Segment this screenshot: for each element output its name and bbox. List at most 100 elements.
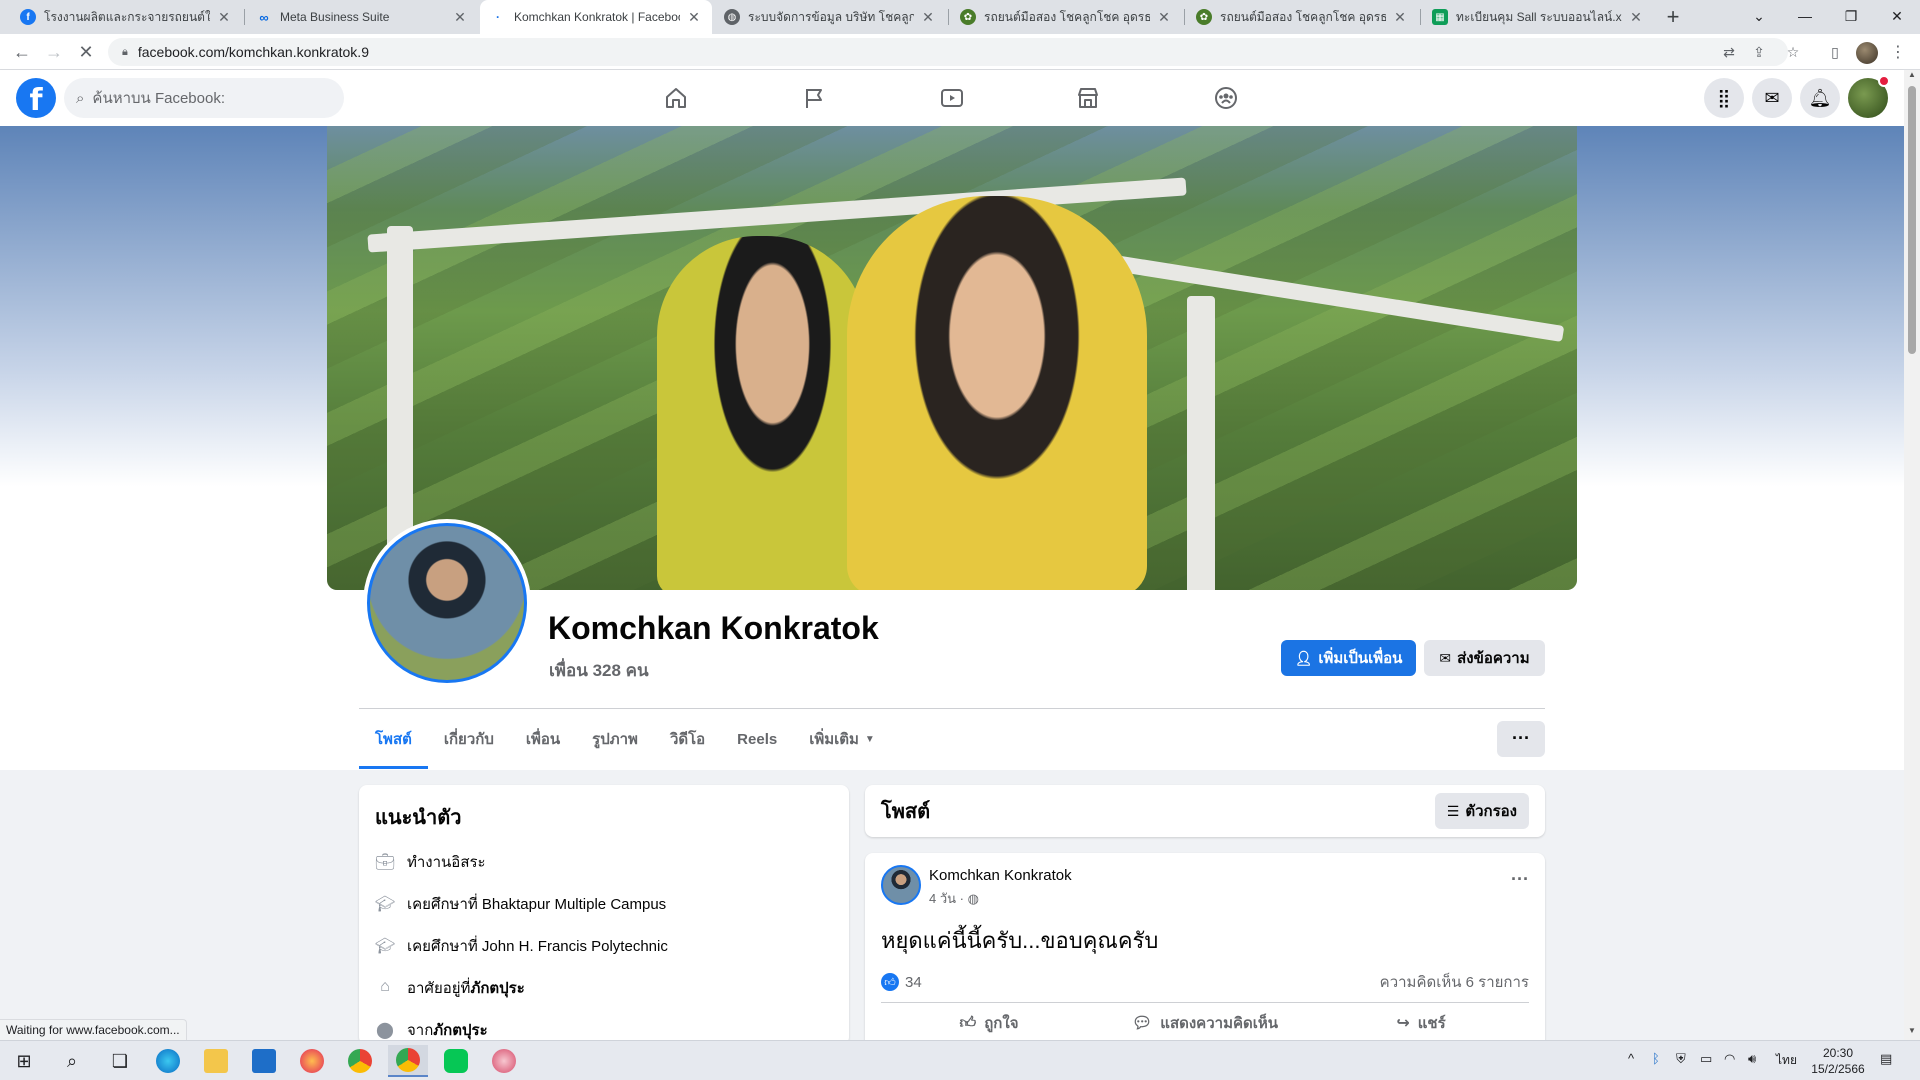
profile-picture[interactable]: [363, 519, 531, 687]
notifications-button[interactable]: 🔔︎: [1800, 78, 1840, 118]
menu-grid-button[interactable]: ⣿: [1704, 78, 1744, 118]
stop-loading-button[interactable]: ✕: [74, 40, 98, 64]
messenger-button[interactable]: ✉: [1752, 78, 1792, 118]
nav-pages[interactable]: [758, 74, 870, 122]
comment-label: แสดงความคิดเห็น: [1160, 1015, 1278, 1032]
taskbar-search-button[interactable]: ⌕: [52, 1045, 92, 1077]
add-friend-icon: 👤︎: [1294, 649, 1313, 666]
filter-button[interactable]: ☰ ตัวกรอง: [1434, 793, 1529, 829]
taskbar-app[interactable]: [484, 1045, 524, 1077]
tab-photos[interactable]: รูปภาพ: [576, 709, 654, 769]
taskbar-line[interactable]: [436, 1045, 476, 1077]
lock-icon[interactable]: 🔒︎: [122, 46, 128, 59]
taskbar-explorer[interactable]: [196, 1045, 236, 1077]
account-avatar[interactable]: [1848, 75, 1890, 118]
translate-icon[interactable]: ⇄: [1720, 43, 1738, 61]
browser-tabstrip: f โรงงานผลิตและกระจายรถยนต์ใช้แล้ว ✕ ∞ M…: [0, 0, 1920, 34]
post-author-avatar[interactable]: [881, 865, 921, 905]
taskbar-chrome[interactable]: [340, 1045, 380, 1077]
browser-menu-icon[interactable]: ⋮: [1890, 42, 1906, 62]
tab-posts[interactable]: โพสต์: [359, 709, 428, 769]
post-author-name[interactable]: Komchkan Konkratok: [929, 867, 1072, 884]
search-icon: ⌕: [76, 89, 85, 107]
volume-icon[interactable]: 🔊︎: [1748, 1051, 1756, 1067]
cover-photo[interactable]: [327, 126, 1577, 590]
show-hidden-icons[interactable]: ^: [1628, 1051, 1634, 1066]
address-bar[interactable]: 🔒︎ facebook.com/komchkan.konkratok.9: [108, 38, 1788, 66]
post-text: หยุดแค่นี้นี้ครับ...ขอบคุณครับ: [881, 928, 1159, 953]
intro-item-text[interactable]: เคยศึกษาที่ Bhaktapur Multiple Campus: [407, 892, 666, 916]
back-button[interactable]: ←: [10, 40, 34, 64]
post-options-icon[interactable]: ···: [1511, 869, 1529, 890]
message-button[interactable]: ✉ ส่งข้อความ: [1424, 640, 1545, 676]
tab-about[interactable]: เกี่ยวกับ: [428, 709, 510, 769]
like-button[interactable]: 👍︎ ถูกใจ: [881, 1011, 1097, 1035]
facebook-search-box[interactable]: ⌕: [64, 78, 344, 118]
restore-button[interactable]: ❐: [1828, 0, 1874, 34]
scroll-down-icon[interactable]: ▼: [1904, 1026, 1920, 1040]
browser-tab[interactable]: f โรงงานผลิตและกระจายรถยนต์ใช้แล้ว ✕: [10, 0, 242, 34]
taskbar-mail[interactable]: [244, 1045, 284, 1077]
browser-tab[interactable]: ✿ รถยนต์มือสอง โชคลูกโชค อุดรธานี ✕: [950, 0, 1182, 34]
browser-tab[interactable]: ▦ ทะเบียนคุม Sall ระบบออนไลน์.xlsx - G ✕: [1422, 0, 1654, 34]
bookmark-star-icon[interactable]: ☆: [1784, 43, 1802, 61]
taskbar-chrome-profile[interactable]: [388, 1045, 428, 1077]
comments-count[interactable]: ความคิดเห็น 6 รายการ: [1380, 970, 1529, 994]
new-tab-button[interactable]: +: [1660, 4, 1686, 30]
browser-tab[interactable]: ◍ ระบบจัดการข้อมูล บริษัท โชคลูกโชค ✕: [714, 0, 946, 34]
browser-tab[interactable]: ✿ รถยนต์มือสอง โชคลูกโชค อุดรธานี ✕: [1186, 0, 1418, 34]
task-view-button[interactable]: ❏: [100, 1045, 140, 1077]
comment-button[interactable]: 💬︎ แสดงความคิดเห็น: [1097, 1011, 1313, 1035]
input-language[interactable]: ไทย: [1776, 1051, 1797, 1070]
facebook-logo-icon[interactable]: f: [16, 78, 56, 118]
posts-header-card: โพสต์ ☰ ตัวกรอง: [865, 785, 1545, 837]
tab-more[interactable]: เพิ่มเติม ▼: [793, 709, 891, 769]
share-icon[interactable]: ⇪: [1750, 43, 1768, 61]
intro-item-text[interactable]: เคยศึกษาที่ John H. Francis Polytechnic: [407, 934, 668, 958]
scroll-up-icon[interactable]: ▲: [1904, 70, 1920, 84]
browser-profile-avatar[interactable]: [1856, 42, 1878, 64]
nav-watch[interactable]: [896, 74, 1008, 122]
close-tab-icon[interactable]: ✕: [1392, 9, 1408, 26]
close-tab-icon[interactable]: ✕: [1628, 9, 1644, 26]
search-input[interactable]: [92, 89, 313, 107]
share-button[interactable]: ↪ แชร์: [1313, 1011, 1529, 1035]
browser-tab[interactable]: ∞ Meta Business Suite ✕: [246, 0, 478, 34]
tab-search-icon[interactable]: ⌄: [1736, 0, 1782, 34]
scrollbar-thumb[interactable]: [1908, 86, 1916, 354]
add-friend-button[interactable]: 👤︎ เพิ่มเป็นเพื่อน: [1281, 640, 1416, 676]
intro-item-link[interactable]: ภักตปุระ: [470, 976, 524, 1000]
profile-more-button[interactable]: ···: [1497, 721, 1545, 757]
close-tab-icon[interactable]: ✕: [452, 9, 468, 26]
intro-item-text: ทำงานอิสระ: [407, 854, 486, 871]
friend-count[interactable]: เพื่อน 328 คน: [549, 657, 649, 684]
nav-home[interactable]: [620, 74, 732, 122]
taskbar-edge[interactable]: [148, 1045, 188, 1077]
close-tab-icon[interactable]: ✕: [920, 9, 936, 26]
close-tab-icon[interactable]: ✕: [216, 9, 232, 26]
start-button[interactable]: ⊞: [4, 1045, 44, 1077]
security-icon[interactable]: ⛨: [1676, 1051, 1686, 1067]
browser-tab-active[interactable]: · Komchkan Konkratok | Facebook ✕: [480, 0, 712, 34]
close-tab-icon[interactable]: ✕: [686, 9, 702, 26]
minimize-button[interactable]: —: [1782, 0, 1828, 34]
tab-videos[interactable]: วิดีโอ: [654, 709, 721, 769]
intro-item-link[interactable]: ภักตปุระ: [433, 1018, 487, 1042]
post-timestamp[interactable]: 4 วัน · ◍: [929, 888, 1072, 909]
bluetooth-icon[interactable]: ᛒ: [1652, 1051, 1660, 1066]
reactions-count[interactable]: 👍︎ 34: [881, 973, 922, 991]
taskbar-clock[interactable]: 20:30 15/2/2566: [1810, 1045, 1866, 1077]
tab-reels[interactable]: Reels: [721, 709, 793, 769]
taskbar-firefox[interactable]: [292, 1045, 332, 1077]
close-window-button[interactable]: ✕: [1874, 0, 1920, 34]
notification-center-icon[interactable]: ▤: [1880, 1051, 1892, 1067]
page-scrollbar[interactable]: ▲ ▼: [1904, 70, 1920, 1040]
display-icon[interactable]: ▭: [1700, 1051, 1712, 1067]
tab-friends[interactable]: เพื่อน: [510, 709, 576, 769]
forward-button[interactable]: →: [42, 40, 66, 64]
wifi-icon[interactable]: ◠: [1724, 1051, 1735, 1067]
close-tab-icon[interactable]: ✕: [1156, 9, 1172, 26]
nav-groups[interactable]: [1170, 74, 1282, 122]
nav-marketplace[interactable]: [1032, 74, 1144, 122]
side-panel-icon[interactable]: ▯: [1826, 43, 1844, 61]
